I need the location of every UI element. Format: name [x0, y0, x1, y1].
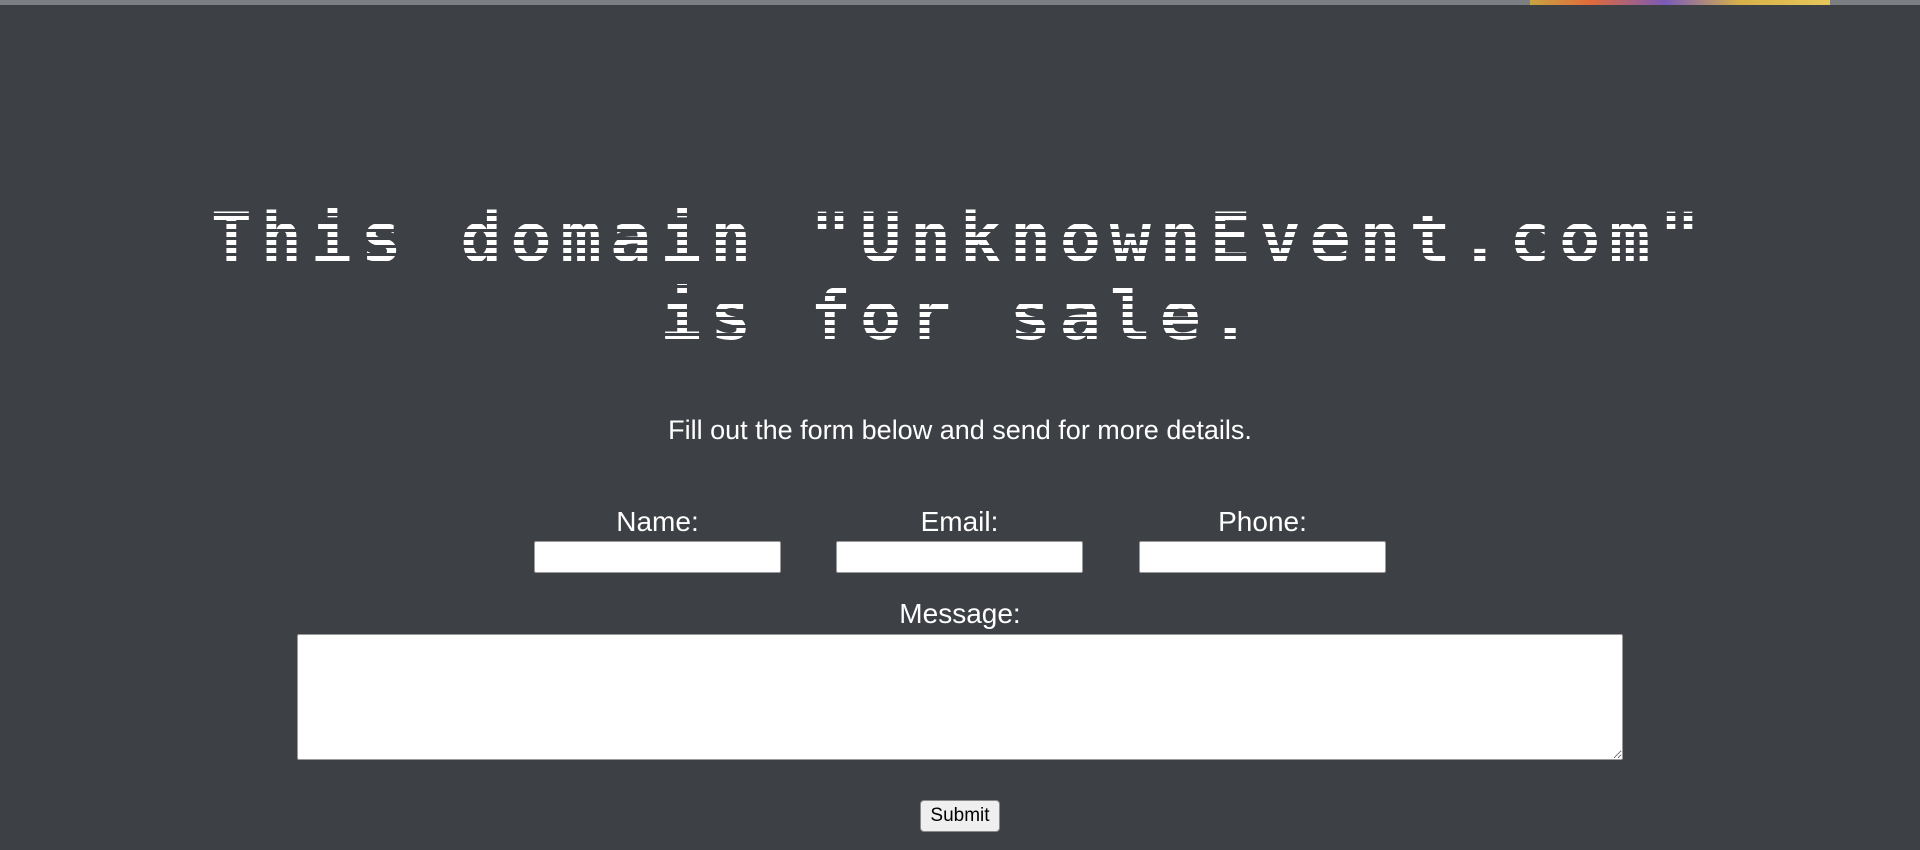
phone-label: Phone: — [1218, 506, 1307, 537]
submit-button[interactable]: Submit — [920, 800, 1000, 832]
message-label: Message: — [899, 598, 1021, 629]
name-input[interactable] — [534, 541, 781, 573]
phone-input[interactable] — [1139, 541, 1386, 573]
name-label: Name: — [616, 506, 699, 537]
headline-line-2: is for sale. — [660, 277, 1260, 356]
headline-line-1: This domain "UnknownEvent.com" — [210, 199, 1710, 278]
email-label: Email: — [920, 506, 999, 537]
message-textarea[interactable] — [297, 634, 1623, 760]
page-subtitle: Fill out the form below and send for mor… — [668, 415, 1252, 445]
email-input[interactable] — [836, 541, 1083, 573]
page-headline: This domain "UnknownEvent.com" is for sa… — [0, 200, 1920, 356]
decorative-image-fragment — [1530, 0, 1830, 5]
